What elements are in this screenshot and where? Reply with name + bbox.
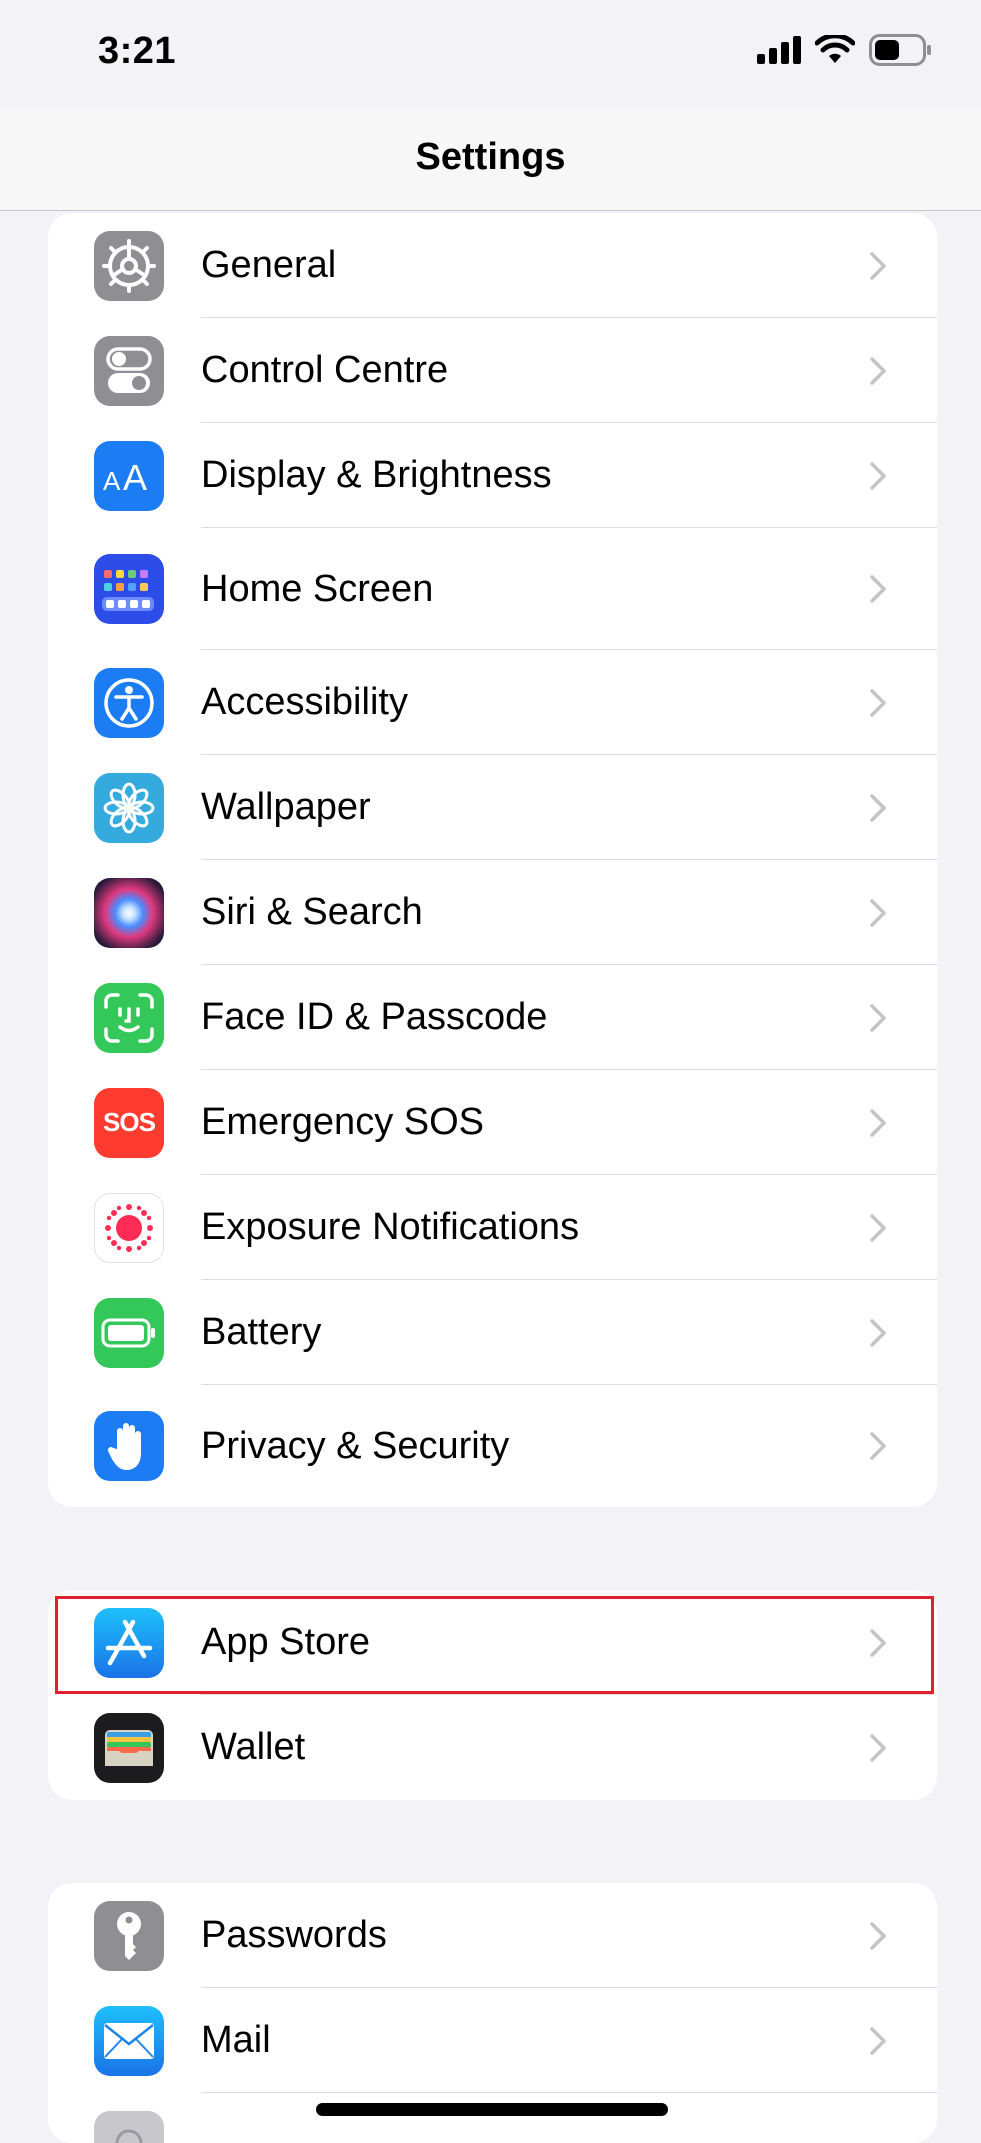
settings-row-label: Mail: [201, 2019, 271, 2062]
chevron-right-icon: [869, 356, 887, 386]
cellular-signal-icon: [757, 36, 801, 64]
siri-icon: [94, 878, 164, 948]
toggles-icon: [94, 336, 164, 406]
face-id-icon: [94, 983, 164, 1053]
page-title: Settings: [0, 136, 981, 179]
chevron-right-icon: [869, 1733, 887, 1763]
exposure-icon: [94, 1193, 164, 1263]
settings-row-label: App Store: [201, 1621, 370, 1664]
settings-row-privacy-security[interactable]: Privacy & Security: [48, 1385, 937, 1507]
battery-icon: [94, 1298, 164, 1368]
chevron-right-icon: [869, 1108, 887, 1138]
settings-row-passwords[interactable]: Passwords: [48, 1883, 937, 1988]
wallet-icon: [94, 1713, 164, 1783]
settings-row-label: Control Centre: [201, 349, 448, 392]
app-grid-icon: [94, 554, 164, 624]
battery-status-icon: [869, 34, 933, 66]
hand-icon: [94, 1411, 164, 1481]
sos-icon: SOS: [94, 1088, 164, 1158]
svg-text:A: A: [103, 466, 121, 496]
home-indicator[interactable]: [316, 2103, 668, 2116]
settings-row-general[interactable]: General: [48, 213, 937, 318]
text-size-icon: A A: [94, 441, 164, 511]
settings-row-label: General: [201, 244, 336, 287]
settings-row-wallet[interactable]: Wallet: [48, 1695, 937, 1800]
chevron-right-icon: [869, 898, 887, 928]
accessibility-icon: [94, 668, 164, 738]
chevron-right-icon: [869, 574, 887, 604]
settings-row-siri-search[interactable]: Siri & Search: [48, 860, 937, 965]
key-icon: [94, 1901, 164, 1971]
chevron-right-icon: [869, 251, 887, 281]
chevron-right-icon: [869, 1318, 887, 1348]
settings-row-battery[interactable]: Battery: [48, 1280, 937, 1385]
settings-row-label: Wallpaper: [201, 786, 371, 829]
settings-row-control-centre[interactable]: Control Centre: [48, 318, 937, 423]
settings-row-home-screen[interactable]: Home Screen: [48, 528, 937, 650]
chevron-right-icon: [869, 1003, 887, 1033]
settings-row-label: Siri & Search: [201, 891, 423, 934]
chevron-right-icon: [869, 688, 887, 718]
status-icons: [757, 34, 933, 66]
sos-icon-text: SOS: [103, 1107, 155, 1138]
settings-row-contacts[interactable]: [48, 2093, 937, 2143]
settings-row-label: Emergency SOS: [201, 1101, 484, 1144]
settings-row-label: Display & Brightness: [201, 454, 552, 497]
settings-row-label: Passwords: [201, 1914, 387, 1957]
settings-row-emergency-sos[interactable]: SOS Emergency SOS: [48, 1070, 937, 1175]
settings-row-wallpaper[interactable]: Wallpaper: [48, 755, 937, 860]
chevron-right-icon: [869, 2026, 887, 2056]
app-store-icon: [94, 1608, 164, 1678]
flower-icon: [94, 773, 164, 843]
settings-row-app-store[interactable]: App Store: [48, 1590, 937, 1695]
gear-icon: [94, 231, 164, 301]
settings-row-label: Privacy & Security: [201, 1425, 509, 1468]
settings-row-display-brightness[interactable]: A A Display & Brightness: [48, 423, 937, 528]
settings-row-label: Home Screen: [201, 568, 433, 611]
settings-row-face-id[interactable]: Face ID & Passcode: [48, 965, 937, 1070]
status-time: 3:21: [98, 30, 176, 73]
settings-group-2: App Store Wallet: [48, 1590, 937, 1800]
chevron-right-icon: [869, 1921, 887, 1951]
chevron-right-icon: [869, 1431, 887, 1461]
wifi-icon: [815, 35, 855, 65]
svg-text:A: A: [123, 457, 147, 496]
settings-row-exposure-notifications[interactable]: Exposure Notifications: [48, 1175, 937, 1280]
settings-row-accessibility[interactable]: Accessibility: [48, 650, 937, 755]
chevron-right-icon: [869, 793, 887, 823]
settings-row-label: Battery: [201, 1311, 321, 1354]
status-bar: 3:21: [0, 0, 981, 110]
mail-icon: [94, 2006, 164, 2076]
chevron-right-icon: [869, 1628, 887, 1658]
contacts-icon: [94, 2111, 164, 2143]
settings-row-label: Face ID & Passcode: [201, 996, 547, 1039]
chevron-right-icon: [869, 1213, 887, 1243]
settings-row-mail[interactable]: Mail: [48, 1988, 937, 2093]
chevron-right-icon: [869, 461, 887, 491]
settings-group-1: General Control Centre A A Display & Bri…: [48, 213, 937, 1507]
settings-row-label: Wallet: [201, 1726, 305, 1769]
settings-row-label: Exposure Notifications: [201, 1206, 579, 1249]
settings-row-label: Accessibility: [201, 681, 408, 724]
navigation-bar: Settings: [0, 110, 981, 211]
